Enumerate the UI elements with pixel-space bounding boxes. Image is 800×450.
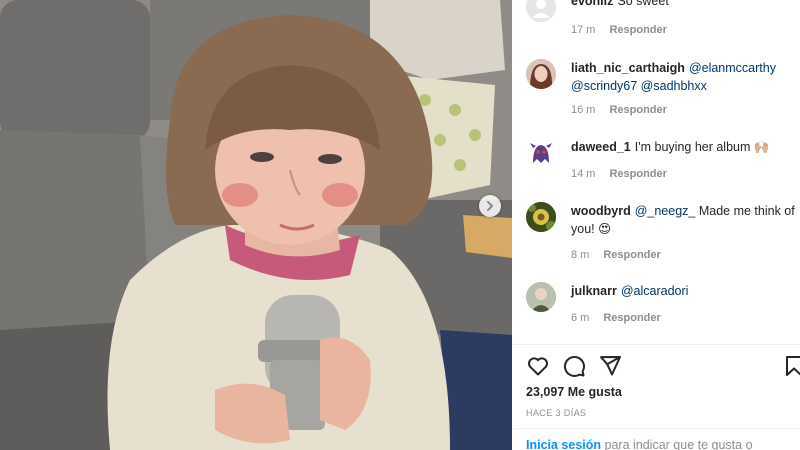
comment-text: daweed_1 I'm buying her album 🙌🏼 [571, 138, 796, 156]
comment-meta: 14 m Responder [571, 168, 667, 180]
ghost-avatar-icon [526, 138, 556, 168]
login-text: para indicar que te gusta o [601, 438, 753, 450]
comment-time[interactable]: 14 m [571, 168, 595, 180]
post-side-panel: evonliz So sweet 17 m Responder liath_nic_… [512, 0, 800, 450]
reply-button[interactable]: Responder [609, 104, 666, 116]
post-actions [526, 352, 800, 380]
comment-meta: 17 m Responder [571, 24, 667, 36]
heart-icon [528, 357, 548, 376]
comment-button[interactable] [562, 354, 586, 383]
avatar[interactable] [526, 59, 556, 89]
comment-meta: 6 m Responder [571, 312, 661, 324]
avatar[interactable] [526, 0, 556, 22]
share-icon [600, 356, 621, 376]
profile-photo-icon [526, 59, 556, 89]
likes-count[interactable]: 23,097 Me gusta [526, 385, 622, 399]
share-button[interactable] [598, 354, 622, 383]
comment-mention[interactable]: @alcaradori [621, 284, 689, 298]
avatar[interactable] [526, 202, 556, 232]
comment-text: liath_nic_carthaigh @elanmccarthy @scrindy… [571, 59, 796, 95]
comment-text: evonliz So sweet [571, 0, 796, 10]
comment-username[interactable]: liath_nic_carthaigh [571, 61, 685, 75]
comment-mention[interactable]: @scrindy67 [571, 79, 637, 93]
profile-photo-icon [526, 282, 556, 312]
comment-mention[interactable]: @_neegz_ [635, 204, 696, 218]
comment-time[interactable]: 17 m [571, 24, 595, 36]
reply-button[interactable]: Responder [609, 168, 666, 180]
chevron-right-icon [487, 201, 493, 211]
avatar[interactable] [526, 282, 556, 312]
login-prompt: Inicia sesión para indicar que te gusta … [526, 438, 753, 450]
carousel-next-button[interactable] [479, 195, 501, 217]
login-link[interactable]: Inicia sesión [526, 438, 601, 450]
reply-button[interactable]: Responder [603, 249, 660, 261]
bookmark-icon [786, 356, 800, 376]
comment-mention[interactable]: @sadhbhxx [641, 79, 707, 93]
comment-mention[interactable]: @elanmccarthy [689, 61, 776, 75]
comment-username[interactable]: evonliz [571, 0, 613, 8]
default-avatar-icon [526, 0, 556, 22]
comment-content: I'm buying her album 🙌🏼 [634, 140, 770, 154]
comment-content: So sweet [617, 0, 669, 8]
reply-button[interactable]: Responder [603, 312, 660, 324]
avatar[interactable] [526, 138, 556, 168]
comment-meta: 16 m Responder [571, 104, 667, 116]
post-photo [0, 0, 512, 450]
comments-list: evonliz So sweet 17 m Responder liath_nic_… [512, 0, 800, 344]
flower-avatar-icon [526, 202, 556, 232]
like-button[interactable] [526, 354, 550, 383]
post-timestamp[interactable]: HACE 3 DÍAS [526, 408, 586, 418]
comment-time[interactable]: 8 m [571, 249, 589, 261]
comment-time[interactable]: 16 m [571, 104, 595, 116]
divider [512, 428, 800, 429]
comment-username[interactable]: julknarr [571, 284, 617, 298]
comment-username[interactable]: daweed_1 [571, 140, 631, 154]
divider [512, 344, 800, 345]
comment-icon [563, 355, 585, 377]
comment-time[interactable]: 6 m [571, 312, 589, 324]
reply-button[interactable]: Responder [609, 24, 666, 36]
comment-username[interactable]: woodbyrd [571, 204, 631, 218]
comment-meta: 8 m Responder [571, 249, 661, 261]
comment-text: woodbyrd @_neegz_ Made me think of you! 😍 [571, 202, 796, 238]
comment-text: julknarr @alcaradori [571, 282, 796, 300]
save-button[interactable] [782, 354, 800, 383]
post-image [0, 0, 512, 450]
